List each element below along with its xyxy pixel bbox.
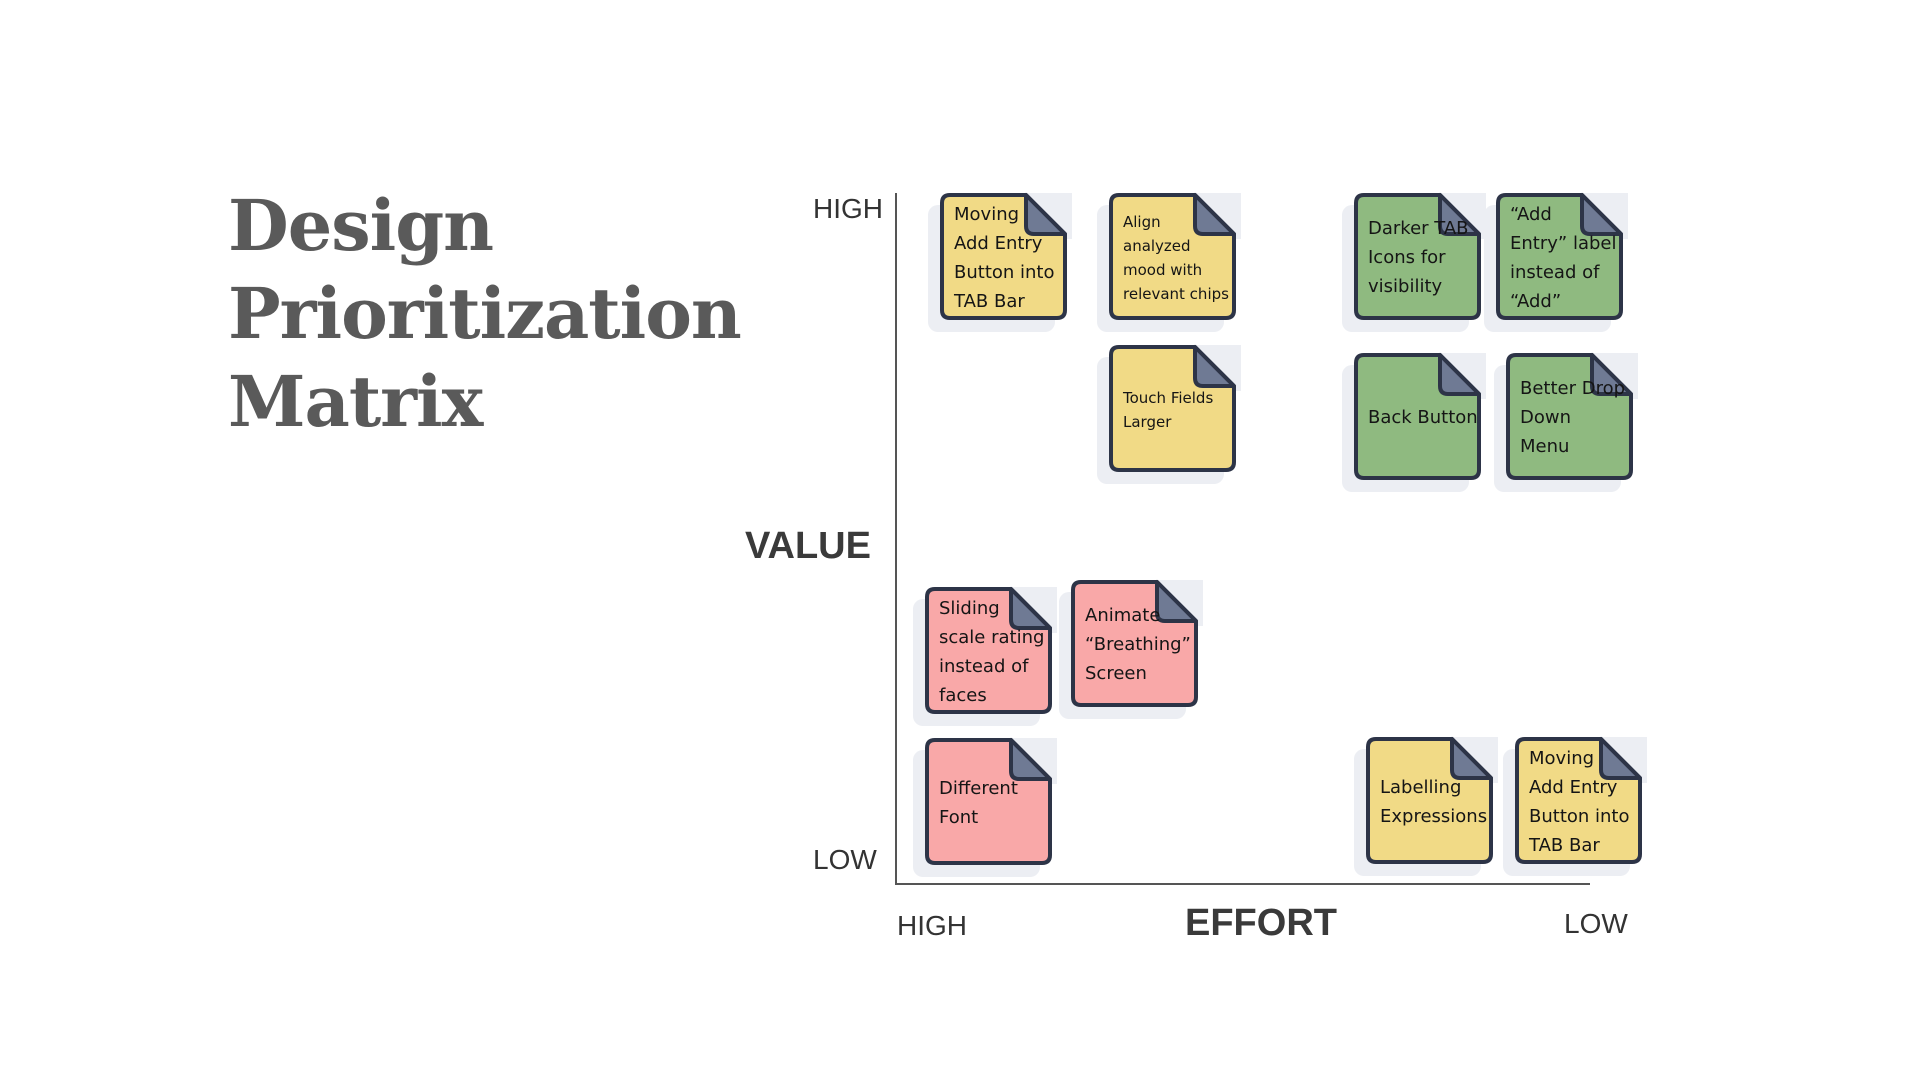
effort-axis-title: EFFORT [1185,902,1337,944]
note-text: Labelling Expressions [1380,747,1488,856]
value-low-label: LOW [813,844,877,875]
note-text-line: instead of [939,655,1029,677]
note-text-line: Font [939,806,979,828]
sticky-note[interactable]: Back Button [1342,353,1486,492]
sticky-note[interactable]: Sliding scale rating instead of faces [913,587,1057,726]
note-text-line: Screen [1085,663,1147,684]
title-line: Design [228,184,494,267]
sticky-note[interactable]: Moving Add Entry Button into TAB Bar [1503,737,1647,876]
value-high-label: HIGH [813,193,883,224]
note-text-line: analyzed [1123,236,1191,255]
sticky-note[interactable]: Better Drop Down Menu [1494,353,1638,492]
note-text-line: Down [1520,407,1572,428]
note-text-line: Menu [1520,436,1570,457]
note-text: Better Drop Down Menu [1520,363,1626,472]
note-text-line: Back Button [1368,407,1478,428]
note-text: Back Button [1368,363,1478,472]
note-text-line: Button into [1529,805,1630,827]
note-text-line: visibility [1368,276,1443,297]
note-text-line: Icons for [1368,247,1446,268]
page-title: Design Prioritization Matrix [228,182,742,446]
note-text-line: “Breathing” [1085,634,1191,655]
note-text: Touch Fields Larger [1123,355,1222,464]
note-text: Animate “Breathing” Screen [1085,590,1191,699]
note-text: “Add Entry” label instead of “Add” [1510,203,1617,312]
effort-high-label: HIGH [897,910,967,941]
note-text-line: Different [939,777,1018,799]
note-text-line: scale rating [939,626,1045,648]
note-text-line: “Add” [1510,290,1562,312]
sticky-note[interactable]: Align analyzed mood with relevant chips [1097,193,1241,332]
note-text-line: Add Entry [954,232,1043,254]
note-text-line: relevant chips [1123,284,1229,303]
note-text: Darker TAB Icons for visibility [1368,203,1469,312]
title-line: Matrix [228,360,483,443]
title-line: Prioritization [228,272,742,355]
note-text: Moving Add Entry Button into TAB Bar [954,203,1055,312]
note-text-line: Sliding [939,597,1000,619]
sticky-note[interactable]: Moving Add Entry Button into TAB Bar [928,193,1072,332]
note-text-line: TAB Bar [1529,834,1600,856]
note-text-line: Larger [1123,412,1172,431]
sticky-note[interactable]: Darker TAB Icons for visibility [1342,193,1486,332]
note-text-line: “Add [1510,203,1552,225]
note-text: Sliding scale rating instead of faces [939,597,1045,706]
value-axis-title: VALUE [745,525,871,567]
value-axis-line [895,193,897,883]
effort-low-label: LOW [1564,908,1628,939]
note-text-line: Darker TAB [1368,218,1469,239]
note-text: Align analyzed mood with relevant chips [1123,203,1229,312]
note-text-line: Add Entry [1529,776,1618,798]
sticky-note[interactable]: Different Font [913,738,1057,877]
note-text-line: Button into [954,261,1055,283]
note-text: Moving Add Entry Button into TAB Bar [1529,747,1630,856]
note-text-line: instead of [1510,261,1600,283]
note-text-line: Labelling [1380,776,1462,798]
sticky-note[interactable]: “Add Entry” label instead of “Add” [1484,193,1628,332]
note-text-line: Touch Fields [1123,388,1214,407]
note-text-line: faces [939,684,987,706]
note-text-line: Expressions [1380,805,1488,827]
note-text-line: TAB Bar [954,290,1025,312]
note-text-line: Moving [954,203,1020,225]
note-text-line: Moving [1529,747,1595,769]
effort-axis-line [895,883,1590,885]
note-text: Different Font [939,748,1038,857]
note-text-line: Align [1123,212,1161,231]
sticky-note[interactable]: Labelling Expressions [1354,737,1498,876]
sticky-note[interactable]: Touch Fields Larger [1097,345,1241,484]
note-text-line: Entry” label [1510,232,1617,254]
sticky-note[interactable]: Animate “Breathing” Screen [1059,580,1203,719]
note-text-line: mood with [1123,260,1203,279]
note-text-line: Better Drop [1520,378,1626,399]
note-text-line: Animate [1085,605,1161,626]
